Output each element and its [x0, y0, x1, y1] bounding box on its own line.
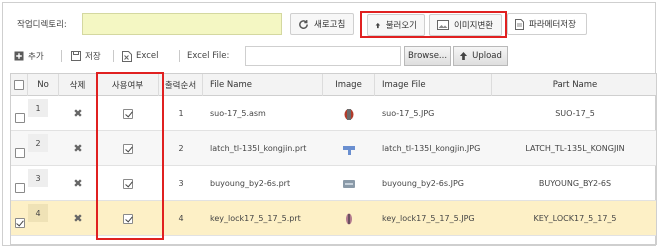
save-icon: [71, 51, 81, 61]
row-checkbox[interactable]: [14, 147, 25, 158]
use-checkbox[interactable]: [123, 143, 133, 154]
row-file-name: key_lock17_5_17_5.prt: [210, 214, 301, 223]
row-no: 2: [28, 134, 48, 152]
row-part-name: BUYOUNG_BY2-6S: [538, 179, 612, 188]
document-icon: [515, 18, 524, 30]
refresh-icon: [299, 19, 308, 29]
row-image-file: suo-17_5.JPG: [382, 109, 435, 118]
row-file-name: buyoung_by2-6s.prt: [210, 179, 291, 188]
upload-button[interactable]: Upload: [453, 46, 508, 66]
param-save-button[interactable]: 파라메터저장: [507, 13, 587, 35]
header-select-all[interactable]: [11, 74, 28, 96]
select-all-checkbox[interactable]: [14, 80, 24, 90]
part-image-icon: [343, 179, 355, 188]
part-image-icon: [346, 213, 352, 224]
row-part-name: LATCH_TL-135L_KONGJIN: [525, 144, 625, 153]
row-no: 3: [28, 169, 48, 187]
row-file-name: latch_tl-135l_kongjin.prt: [210, 144, 307, 153]
excel-label: Excel: [136, 51, 159, 61]
image-convert-button[interactable]: 이미지변환: [429, 14, 502, 36]
row-part-name: KEY_LOCK17_5_17_5: [533, 214, 617, 223]
add-label: 추가: [28, 52, 44, 62]
part-image-icon: [343, 145, 355, 155]
param-save-label: 파라메터저장: [529, 20, 576, 30]
add-button[interactable]: 추가: [14, 47, 44, 65]
header-delete: 삭제: [59, 74, 97, 96]
row-file-name: suo-17_5.asm: [210, 109, 266, 118]
part-image-icon: [344, 108, 354, 120]
delete-icon[interactable]: ✖: [59, 131, 97, 166]
row-image-file: latch_tl-135l_kongjin.JPG: [382, 144, 481, 153]
row-part-name: SUO-17_5: [555, 109, 595, 118]
sub-toolbar: 추가 저장 Excel Excel File: Browse... Upload: [3, 44, 655, 68]
part-thumbnail: [323, 131, 375, 166]
row-order: 3: [178, 179, 184, 188]
excel-icon: [122, 50, 132, 62]
row-image-file: buyoung_by2-6s.JPG: [382, 179, 464, 188]
image-icon: [437, 20, 449, 30]
use-checkbox[interactable]: [123, 213, 133, 224]
dir-label: 작업디렉토리:: [17, 20, 67, 30]
row-order: 1: [178, 109, 184, 118]
top-toolbar: 작업디렉토리: 새로고침 불러오기 이미지변환 파라메터저장: [3, 9, 655, 39]
divider: [113, 50, 114, 62]
arrow-up-icon: [375, 22, 381, 28]
row-checkbox[interactable]: [14, 112, 25, 123]
data-grid: No 삭제 사용여부 출력순서 File Name Image Image Fi…: [10, 73, 657, 245]
header-no: No: [28, 74, 59, 96]
row-no: 4: [28, 204, 48, 222]
excel-file-input[interactable]: [245, 46, 401, 66]
header-use: 사용여부: [97, 74, 159, 96]
dir-input[interactable]: [82, 13, 282, 35]
row-order: 2: [178, 144, 184, 153]
refresh-label: 새로고침: [314, 20, 346, 30]
excel-file-label: Excel File:: [187, 51, 230, 61]
use-checkbox[interactable]: [123, 178, 133, 189]
row-order: 4: [178, 214, 184, 223]
part-thumbnail: [323, 166, 375, 201]
use-checkbox-cell[interactable]: [97, 96, 159, 131]
row-image-file: key_lock17_5_17_5.JPG: [382, 214, 475, 223]
part-thumbnail: [323, 201, 375, 236]
upload-label: Upload: [472, 51, 502, 61]
table-row[interactable]: 3 ✖ 3 buyoung_by2-6s.prt buyoung_by2-6s.…: [11, 166, 656, 201]
header-image: Image: [323, 74, 375, 96]
use-checkbox-cell[interactable]: [97, 201, 159, 236]
browse-button[interactable]: Browse...: [404, 46, 451, 66]
delete-icon[interactable]: ✖: [59, 166, 97, 201]
part-thumbnail: [323, 96, 375, 131]
table-row[interactable]: 2 ✖ 2 latch_tl-135l_kongjin.prt latch_tl…: [11, 131, 656, 166]
table-row[interactable]: 1 ✖ 1 suo-17_5.asm suo-17_5.JPG SUO-17_5: [11, 96, 656, 131]
use-checkbox-cell[interactable]: [97, 166, 159, 201]
header-image-file: Image File: [375, 74, 492, 96]
row-checkbox[interactable]: [14, 217, 25, 228]
grid-header: No 삭제 사용여부 출력순서 File Name Image Image Fi…: [11, 74, 656, 96]
excel-button[interactable]: Excel: [122, 47, 159, 65]
arrow-up-icon: [459, 51, 468, 61]
row-checkbox[interactable]: [14, 182, 25, 193]
browse-label: Browse...: [407, 51, 448, 61]
header-order: 출력순서: [159, 74, 203, 96]
table-row-selected[interactable]: 4 ✖ 4 key_lock17_5_17_5.prt key_lock17_5…: [11, 201, 656, 236]
refresh-button[interactable]: 새로고침: [290, 13, 354, 35]
delete-icon[interactable]: ✖: [59, 201, 97, 236]
row-no: 1: [28, 99, 48, 117]
load-button[interactable]: 불러오기: [367, 14, 425, 36]
save-label: 저장: [85, 52, 101, 62]
divider: [179, 50, 180, 62]
header-file-name: File Name: [203, 74, 323, 96]
plus-icon: [14, 51, 24, 61]
header-part-name: Part Name: [552, 80, 598, 90]
delete-icon[interactable]: ✖: [59, 96, 97, 131]
app-frame: 작업디렉토리: 새로고침 불러오기 이미지변환 파라메터저장 추가 저장 Exc…: [2, 2, 657, 246]
divider: [61, 50, 62, 62]
use-checkbox-cell[interactable]: [97, 131, 159, 166]
image-convert-label: 이미지변환: [454, 21, 494, 31]
use-checkbox[interactable]: [123, 108, 133, 119]
save-button[interactable]: 저장: [71, 47, 101, 65]
load-label: 불러오기: [385, 21, 417, 31]
